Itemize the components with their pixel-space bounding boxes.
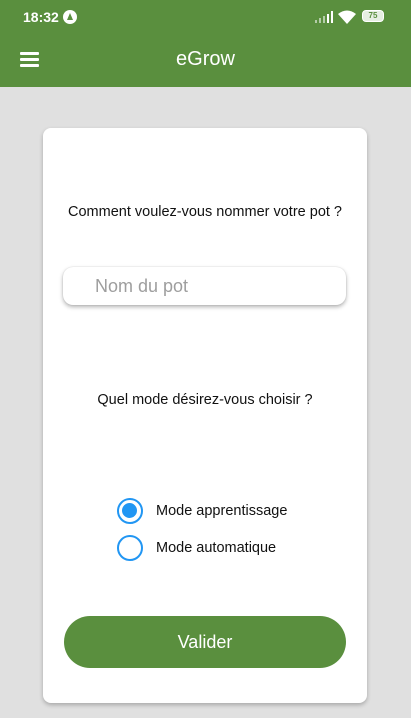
- name-question: Comment voulez-vous nommer votre pot ?: [68, 204, 342, 220]
- mode-question: Quel mode désirez-vous choisir ?: [97, 392, 313, 408]
- pot-name-input[interactable]: [63, 267, 346, 305]
- radio-label: Mode apprentissage: [156, 502, 288, 519]
- status-bar: 18:32 75: [0, 0, 411, 33]
- app-bar: eGrow: [0, 33, 411, 87]
- app-notification-icon: [63, 10, 77, 24]
- battery-icon: 75: [362, 10, 384, 22]
- radio-label: Mode automatique: [156, 539, 277, 556]
- radio-mode-automatique[interactable]: Mode automatique: [117, 529, 287, 566]
- wifi-icon: [338, 10, 356, 24]
- status-time: 18:32: [23, 9, 59, 25]
- submit-button[interactable]: Valider: [64, 616, 346, 668]
- signal-icon: [315, 11, 333, 23]
- form-card: Comment voulez-vous nommer votre pot ? Q…: [43, 128, 367, 703]
- radio-mode-apprentissage[interactable]: Mode apprentissage: [117, 492, 287, 529]
- radio-checked-icon[interactable]: [117, 497, 143, 524]
- app-title: eGrow: [176, 48, 235, 70]
- radio-unchecked-icon[interactable]: [117, 534, 143, 561]
- mode-radio-group: Mode apprentissage Mode automatique: [117, 492, 287, 566]
